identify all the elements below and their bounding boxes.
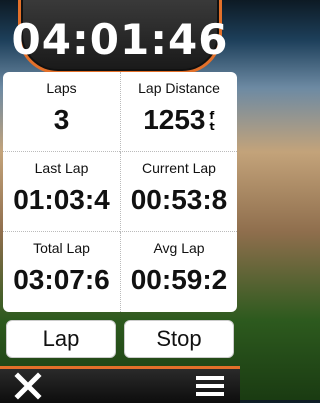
field-value: 3 bbox=[53, 104, 70, 135]
timer-display: 04:01:46 bbox=[12, 0, 227, 74]
data-fields-grid: Laps 3 Lap Distance 1253 f t Last Lap 01… bbox=[3, 72, 237, 312]
field-last-lap[interactable]: Last Lap 01:03:4 bbox=[3, 152, 120, 232]
field-value: 1253 bbox=[143, 104, 206, 135]
field-total-lap[interactable]: Total Lap 03:07:6 bbox=[3, 232, 120, 312]
field-current-lap[interactable]: Current Lap 00:53:8 bbox=[120, 152, 237, 232]
bottom-toolbar bbox=[0, 366, 240, 403]
stop-button[interactable]: Stop bbox=[124, 320, 234, 358]
field-label: Avg Lap bbox=[153, 240, 205, 256]
lap-button[interactable]: Lap bbox=[6, 320, 116, 358]
field-label: Last Lap bbox=[34, 160, 89, 176]
field-laps[interactable]: Laps 3 bbox=[3, 72, 120, 152]
field-value: 00:53:8 bbox=[130, 184, 228, 215]
menu-icon[interactable] bbox=[196, 375, 224, 397]
field-value: 03:07:6 bbox=[13, 264, 110, 295]
elapsed-time: 04:01:46 bbox=[12, 0, 227, 71]
field-avg-lap[interactable]: Avg Lap 00:59:2 bbox=[120, 232, 237, 312]
field-label: Current Lap bbox=[142, 160, 216, 176]
close-icon[interactable] bbox=[14, 372, 42, 400]
field-value: 01:03:4 bbox=[13, 184, 110, 215]
field-label: Lap Distance bbox=[138, 80, 220, 96]
field-lap-distance[interactable]: Lap Distance 1253 f t bbox=[120, 72, 237, 152]
field-label: Total Lap bbox=[33, 240, 90, 256]
unit-bottom: t bbox=[209, 120, 215, 133]
field-value: 00:59:2 bbox=[130, 264, 228, 295]
field-unit: f t bbox=[210, 110, 215, 132]
field-label: Laps bbox=[46, 80, 77, 96]
